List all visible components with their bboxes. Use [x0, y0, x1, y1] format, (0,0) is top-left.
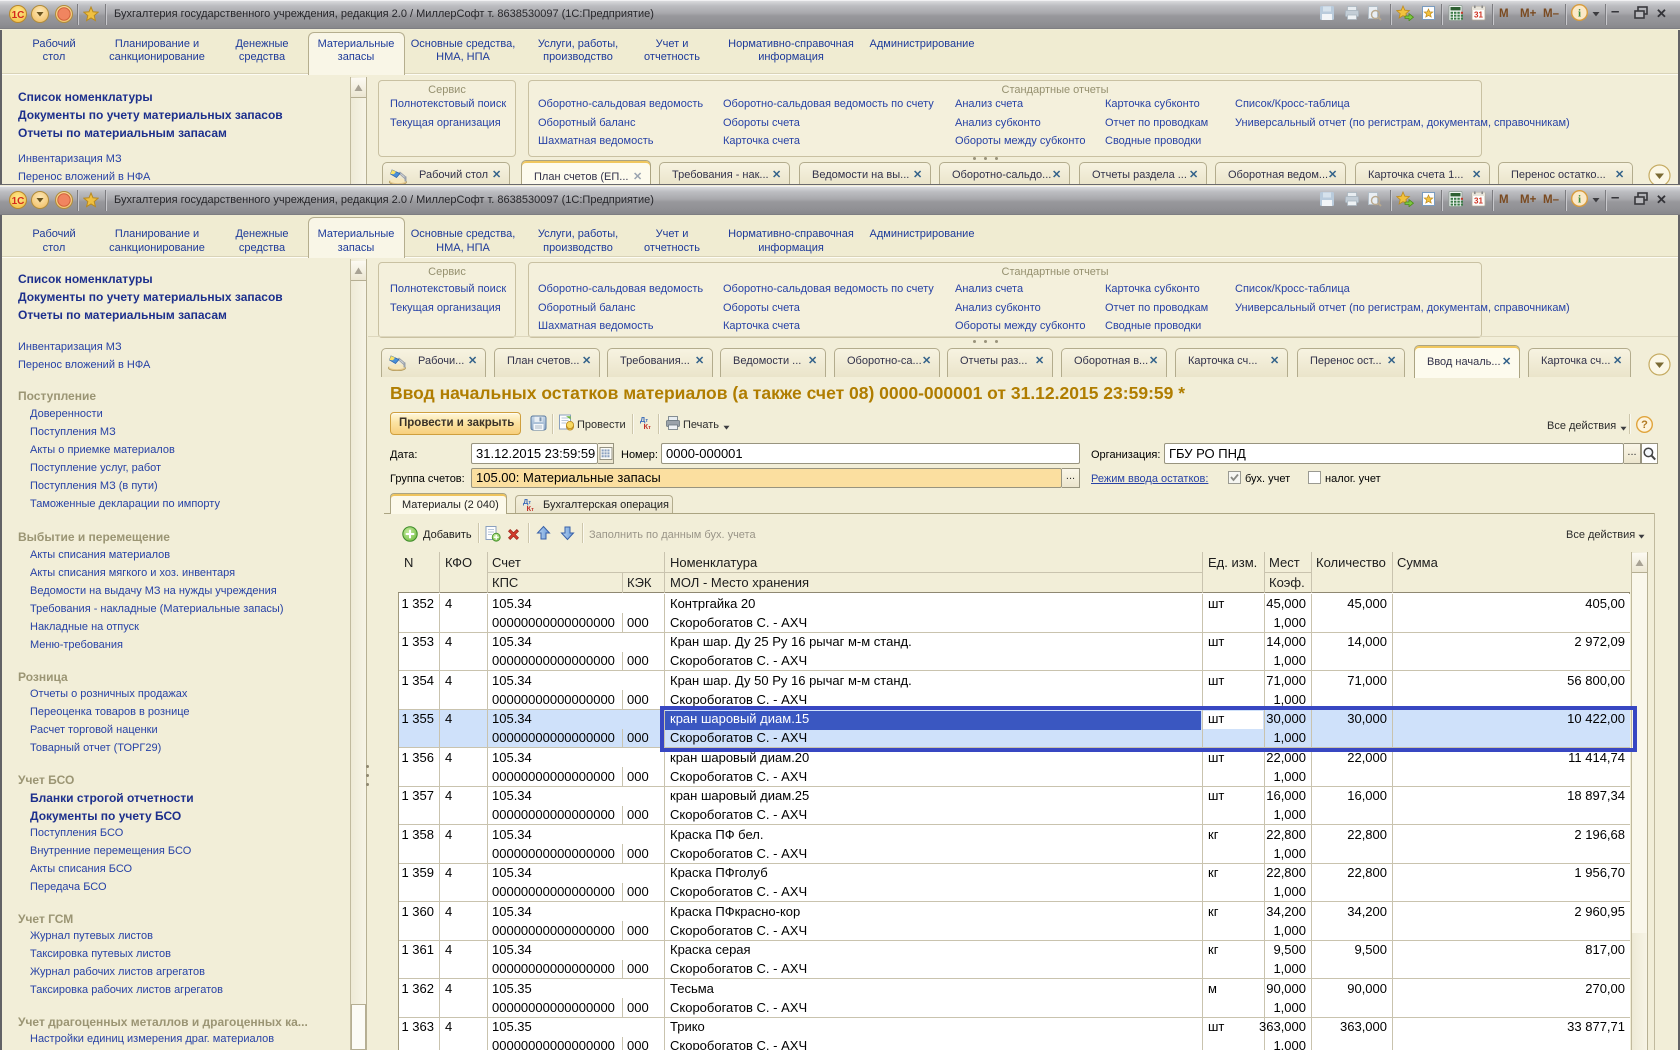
- svg-text:i: i: [1578, 7, 1581, 19]
- svg-text:1С: 1С: [12, 10, 25, 21]
- svg-text:31: 31: [1474, 11, 1483, 20]
